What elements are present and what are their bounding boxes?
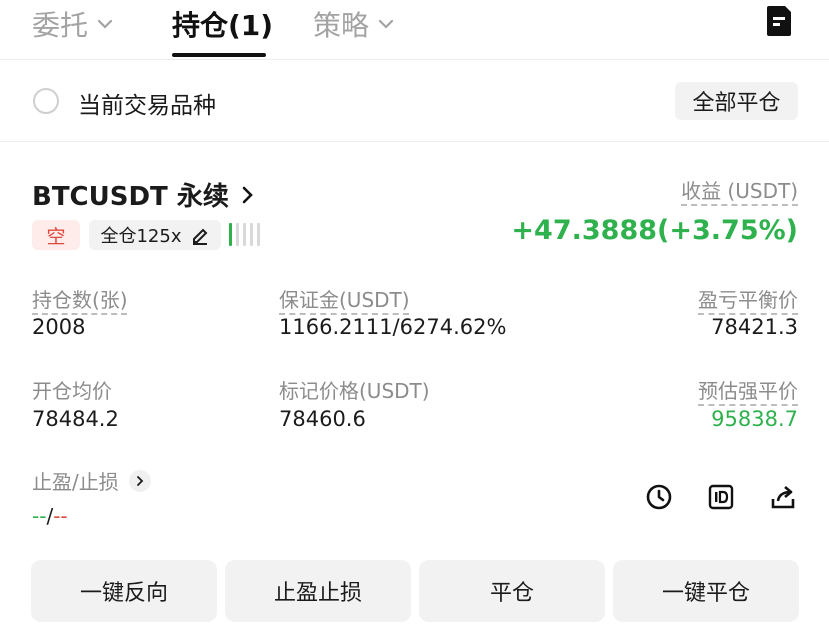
symbol-label: BTCUSDT 永续 bbox=[32, 182, 229, 212]
document-icon[interactable] bbox=[764, 4, 794, 38]
quick-close-button[interactable]: 一键平仓 bbox=[613, 560, 799, 622]
entry-price-value: 78484.2 bbox=[32, 407, 119, 431]
tpsl-value: --/-- bbox=[32, 504, 68, 528]
share-icon[interactable] bbox=[769, 483, 797, 511]
current-symbol-radio[interactable] bbox=[33, 88, 59, 114]
margin-value: 1166.2111/6274.62% bbox=[279, 315, 507, 339]
risk-level-bars bbox=[229, 223, 260, 246]
tab-positions[interactable]: 持仓(1) bbox=[172, 4, 273, 44]
reverse-position-button[interactable]: 一键反向 bbox=[31, 560, 217, 622]
tpsl-label-text: 止盈/止损 bbox=[32, 470, 119, 494]
chevron-right-icon bbox=[242, 186, 253, 203]
position-tabs: 委托 持仓(1) 策略 bbox=[0, 0, 829, 60]
position-symbol[interactable]: BTCUSDT 永续 bbox=[32, 176, 255, 213]
close-position-button[interactable]: 平仓 bbox=[419, 560, 605, 622]
tab-strategy[interactable]: 策略 bbox=[313, 4, 397, 44]
qty-label[interactable]: 持仓数(张) bbox=[32, 284, 128, 313]
breakeven-label[interactable]: 盈亏平衡价 bbox=[698, 284, 798, 313]
tab-orders-label: 委托 bbox=[32, 9, 89, 42]
tpsl-label[interactable]: 止盈/止损 bbox=[32, 466, 151, 495]
sl-value: -- bbox=[53, 504, 68, 528]
mark-price-label: 标记价格(USDT) bbox=[279, 379, 430, 403]
pnl-value: +47.3888(+3.75%) bbox=[511, 215, 798, 246]
tab-orders[interactable]: 委托 bbox=[32, 4, 116, 44]
chevron-down-icon bbox=[97, 19, 113, 29]
entry-price-label: 开仓均价 bbox=[32, 379, 112, 403]
current-symbol-label: 当前交易品种 bbox=[78, 93, 216, 119]
qty-value: 2008 bbox=[32, 315, 86, 339]
tab-strategy-label: 策略 bbox=[313, 9, 370, 42]
side-badge: 空 bbox=[32, 220, 80, 250]
chevron-down-icon bbox=[378, 19, 394, 29]
mark-price-value: 78460.6 bbox=[279, 407, 366, 431]
liq-price-label[interactable]: 预估强平价 bbox=[698, 375, 798, 404]
pnl-label[interactable]: 收益 (USDT) bbox=[681, 175, 798, 204]
margin-label[interactable]: 保证金(USDT) bbox=[279, 284, 410, 313]
edit-icon bbox=[192, 228, 207, 245]
close-all-button[interactable]: 全部平仓 bbox=[675, 82, 798, 120]
breakeven-value: 78421.3 bbox=[711, 315, 798, 339]
leverage-label: 全仓125x bbox=[100, 226, 182, 247]
history-icon[interactable] bbox=[645, 483, 673, 511]
active-tab-indicator bbox=[172, 53, 266, 57]
chevron-right-icon bbox=[128, 469, 151, 492]
tp-value: -- bbox=[32, 504, 47, 528]
tab-positions-label: 持仓(1) bbox=[172, 9, 274, 42]
tpsl-button[interactable]: 止盈止损 bbox=[225, 560, 411, 622]
leverage-badge[interactable]: 全仓125x bbox=[89, 220, 221, 250]
id-icon[interactable] bbox=[707, 483, 735, 511]
liq-price-value: 95838.7 bbox=[711, 407, 798, 431]
